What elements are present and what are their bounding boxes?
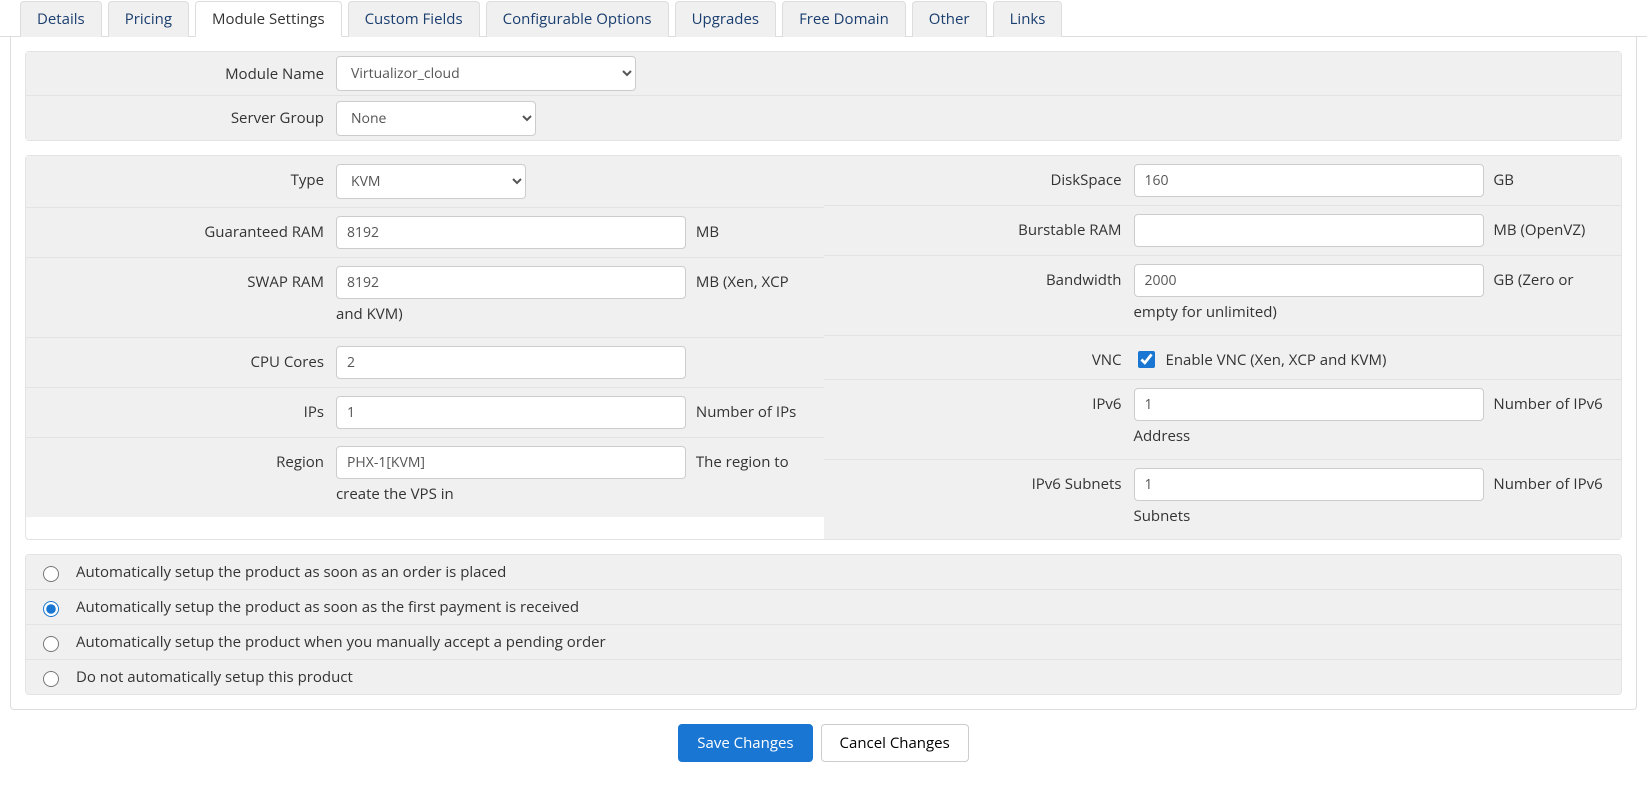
auto-setup-options: Automatically setup the product as soon …: [25, 554, 1622, 695]
bandwidth-input[interactable]: [1134, 264, 1484, 297]
tab-upgrades[interactable]: Upgrades: [675, 1, 776, 37]
swap-ram-input[interactable]: [336, 266, 686, 299]
diskspace-suffix: GB: [1487, 170, 1514, 190]
ipv6-input[interactable]: [1134, 388, 1484, 421]
module-settings-panel: Module Name Virtualizor_cloud Server Gro…: [10, 37, 1637, 710]
burstable-ram-input[interactable]: [1134, 214, 1484, 247]
region-input[interactable]: [336, 446, 686, 479]
swap-ram-label: SWAP RAM: [26, 266, 336, 292]
vnc-checkbox-label: Enable VNC (Xen, XCP and KVM): [1166, 350, 1387, 370]
ipv6-subnets-input[interactable]: [1134, 468, 1484, 501]
module-top-group: Module Name Virtualizor_cloud Server Gro…: [25, 51, 1622, 141]
auto-setup-on-accept-label: Automatically setup the product when you…: [76, 632, 606, 652]
auto-setup-on-order[interactable]: Automatically setup the product as soon …: [26, 555, 1621, 590]
burstable-ram-suffix: MB (OpenVZ): [1487, 220, 1585, 240]
type-label: Type: [26, 164, 336, 190]
diskspace-label: DiskSpace: [824, 164, 1134, 190]
ips-label: IPs: [26, 396, 336, 422]
auto-setup-on-payment-label: Automatically setup the product as soon …: [76, 597, 579, 617]
guaranteed-ram-input[interactable]: [336, 216, 686, 249]
server-group-label: Server Group: [26, 108, 336, 128]
auto-setup-on-accept[interactable]: Automatically setup the product when you…: [26, 625, 1621, 660]
tab-other[interactable]: Other: [912, 1, 987, 37]
ipv6-subnets-label: IPv6 Subnets: [824, 468, 1134, 494]
cpu-cores-label: CPU Cores: [26, 346, 336, 372]
auto-setup-none-radio[interactable]: [43, 671, 59, 687]
tab-free-domain[interactable]: Free Domain: [782, 1, 906, 37]
burstable-ram-label: Burstable RAM: [824, 214, 1134, 240]
module-name-label: Module Name: [26, 64, 336, 84]
vnc-label: VNC: [824, 344, 1134, 370]
tab-configurable-options[interactable]: Configurable Options: [486, 1, 669, 37]
module-name-select[interactable]: Virtualizor_cloud: [336, 56, 636, 91]
footer-actions: Save Changes Cancel Changes: [0, 710, 1647, 770]
tab-details[interactable]: Details: [20, 1, 102, 37]
auto-setup-on-order-label: Automatically setup the product as soon …: [76, 562, 506, 582]
auto-setup-on-payment[interactable]: Automatically setup the product as soon …: [26, 590, 1621, 625]
server-group-select[interactable]: None: [336, 101, 536, 136]
tab-pricing[interactable]: Pricing: [108, 1, 189, 37]
cancel-button[interactable]: Cancel Changes: [821, 724, 969, 762]
vnc-checkbox[interactable]: [1138, 351, 1155, 368]
module-options-grid: Type KVM Guaranteed RAM MB SWAP RAM: [25, 155, 1622, 540]
auto-setup-on-accept-radio[interactable]: [43, 636, 59, 652]
ipv6-label: IPv6: [824, 388, 1134, 414]
auto-setup-none-label: Do not automatically setup this product: [76, 667, 353, 687]
auto-setup-on-payment-radio[interactable]: [43, 601, 59, 617]
bandwidth-label: Bandwidth: [824, 264, 1134, 290]
ips-input[interactable]: [336, 396, 686, 429]
type-select[interactable]: KVM: [336, 164, 526, 199]
guaranteed-ram-suffix: MB: [690, 222, 719, 242]
tab-module-settings[interactable]: Module Settings: [195, 1, 342, 37]
auto-setup-on-order-radio[interactable]: [43, 566, 59, 582]
auto-setup-none[interactable]: Do not automatically setup this product: [26, 660, 1621, 694]
region-label: Region: [26, 446, 336, 472]
tab-custom-fields[interactable]: Custom Fields: [348, 1, 480, 37]
guaranteed-ram-label: Guaranteed RAM: [26, 216, 336, 242]
tab-links[interactable]: Links: [993, 1, 1063, 37]
save-button[interactable]: Save Changes: [678, 724, 812, 762]
cpu-cores-input[interactable]: [336, 346, 686, 379]
ips-suffix: Number of IPs: [690, 402, 796, 422]
diskspace-input[interactable]: [1134, 164, 1484, 197]
tabs-bar: Details Pricing Module Settings Custom F…: [0, 0, 1647, 37]
